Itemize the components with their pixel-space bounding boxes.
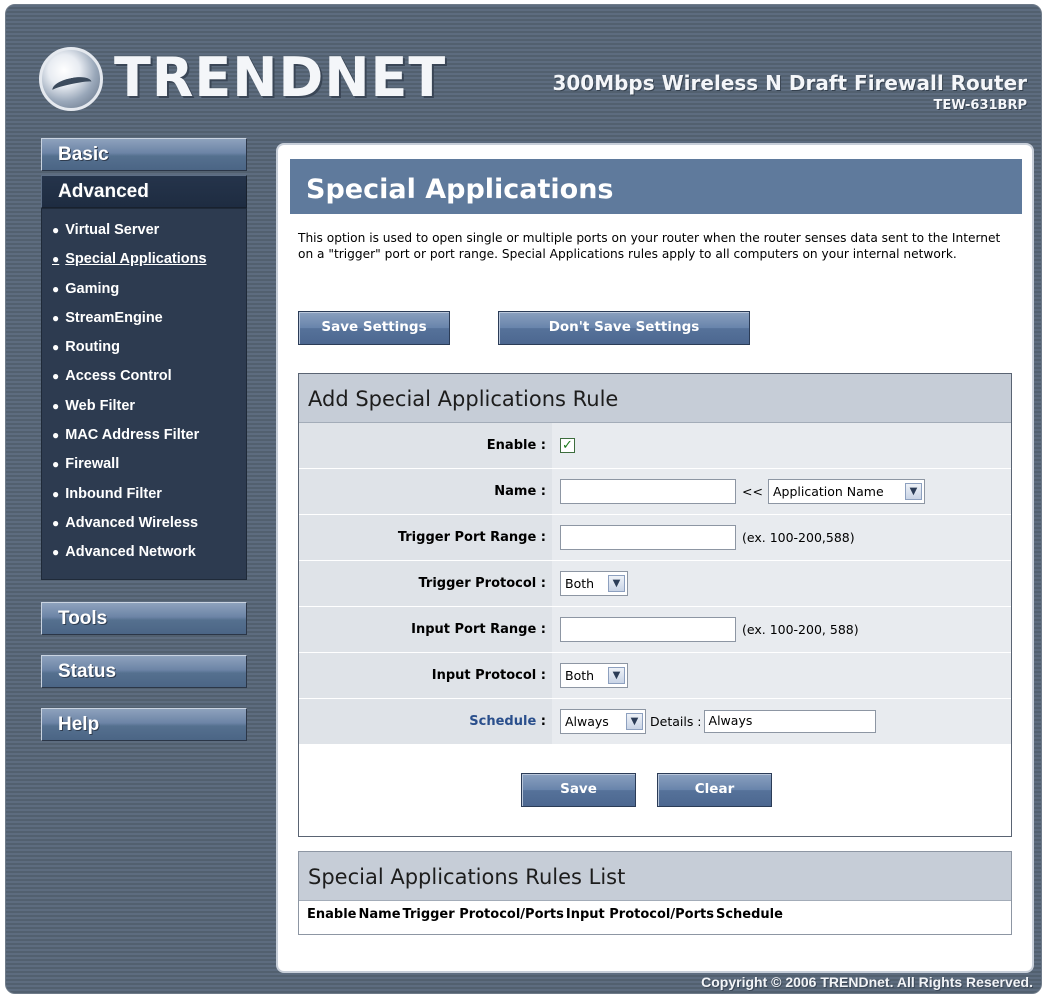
schedule-select[interactable]: Always ▼ [560,709,646,734]
row-trigger-range: Trigger Port Range : (ex. 100-200,588) [299,515,1011,561]
page-title: Special Applications [290,159,1022,214]
schedule-label-cell: Schedule : [299,699,552,744]
submenu-mac-address-filter[interactable]: ● MAC Address Filter [42,424,246,453]
chevron-down-icon: ▼ [608,575,625,592]
sidebar: Basic Advanced ● Virtual Server ● Special … [39,138,251,741]
row-name: Name : << Application Name ▼ [299,469,1011,515]
trigger-protocol-label: Trigger Protocol : [299,561,552,606]
schedule-colon: : [536,714,546,729]
copyright-text: Copyright © 2006 TRENDnet. All Rights Re… [701,974,1033,990]
chevron-down-icon: ▼ [608,667,625,684]
router-frame: TRENDNET 300Mbps Wireless N Draft Firewa… [5,4,1042,994]
content-panel: Special Applications This option is used… [276,143,1034,973]
submenu-inbound-filter[interactable]: ● Inbound Filter [42,483,246,512]
col-input: Input Protocol/Ports [565,907,714,922]
submenu-special-applications[interactable]: ● Special Applications [42,248,246,277]
save-settings-button[interactable]: Save Settings [298,311,450,345]
advanced-submenu: ● Virtual Server ● Special Applications ● G… [41,208,247,580]
submenu-routing[interactable]: ● Routing [42,336,246,365]
col-trigger: Trigger Protocol/Ports [402,907,564,922]
submenu-advanced-wireless[interactable]: ● Advanced Wireless [42,512,246,541]
brand-logo-text: TRENDNET [114,46,447,109]
submenu-gaming[interactable]: ● Gaming [42,278,246,307]
schedule-value: Always [565,714,609,729]
input-range-hint: (ex. 100-200, 588) [742,622,859,637]
nav-help[interactable]: Help [41,707,247,741]
intro-text: This option is used to open single or mu… [298,231,1001,261]
row-input-protocol: Input Protocol : Both ▼ [299,653,1011,699]
dont-save-settings-button[interactable]: Don't Save Settings [498,311,750,345]
row-schedule: Schedule : Always ▼ Details : Always [299,699,1011,745]
col-name: Name [358,907,401,922]
application-name-select[interactable]: Application Name ▼ [767,479,925,504]
row-trigger-protocol: Trigger Protocol : Both ▼ [299,561,1011,607]
nav-basic[interactable]: Basic [41,138,247,171]
trigger-range-hint: (ex. 100-200,588) [742,530,855,545]
input-range-label: Input Port Range : [299,607,552,652]
submenu-access-control[interactable]: ● Access Control [42,365,246,394]
trendnet-logo-icon [39,47,103,111]
row-input-range: Input Port Range : (ex. 100-200, 588) [299,607,1011,653]
col-schedule: Schedule [715,907,783,922]
product-title: 300Mbps Wireless N Draft Firewall Router [552,71,1027,95]
input-protocol-label: Input Protocol : [299,653,552,698]
name-arrow-separator: << [742,484,763,499]
save-button[interactable]: Save [521,773,636,807]
nav-advanced[interactable]: Advanced [41,175,247,208]
submenu-web-filter[interactable]: ● Web Filter [42,395,246,424]
clear-button[interactable]: Clear [657,773,772,807]
submenu-advanced-network[interactable]: ● Advanced Network [42,541,246,570]
name-input[interactable] [560,479,736,504]
trigger-protocol-value: Both [565,576,595,591]
trigger-protocol-select[interactable]: Both ▼ [560,571,628,596]
enable-label: Enable : [299,423,552,468]
details-field: Always [703,710,876,733]
name-label: Name : [299,469,552,514]
details-label: Details : [650,714,702,729]
trigger-range-label: Trigger Port Range : [299,515,552,560]
input-protocol-value: Both [565,668,595,683]
enable-checkbox[interactable]: ✓ [560,438,575,453]
submenu-streamengine[interactable]: ● StreamEngine [42,307,246,336]
nav-tools[interactable]: Tools [41,601,247,635]
model-number: TEW-631BRP [933,98,1027,113]
add-rule-heading: Add Special Applications Rule [299,374,1011,423]
input-range-input[interactable] [560,617,736,642]
application-name-value: Application Name [772,484,884,499]
rules-list-section: Special Applications Rules List Enable N… [298,851,1012,935]
rules-list-heading: Special Applications Rules List [299,852,1011,901]
add-rule-section: Add Special Applications Rule Enable : ✓… [298,373,1012,837]
chevron-down-icon: ▼ [904,483,922,500]
submenu-virtual-server[interactable]: ● Virtual Server [42,219,246,248]
col-enable: Enable [307,907,357,922]
input-protocol-select[interactable]: Both ▼ [560,663,628,688]
nav-status[interactable]: Status [41,654,247,688]
trigger-range-input[interactable] [560,525,736,550]
rules-list-header: Enable Name Trigger Protocol/Ports Input… [299,901,1011,922]
row-enable: Enable : ✓ [299,423,1011,469]
chevron-down-icon: ▼ [626,713,643,730]
schedule-link[interactable]: Schedule [469,714,536,729]
submenu-firewall[interactable]: ● Firewall [42,453,246,482]
